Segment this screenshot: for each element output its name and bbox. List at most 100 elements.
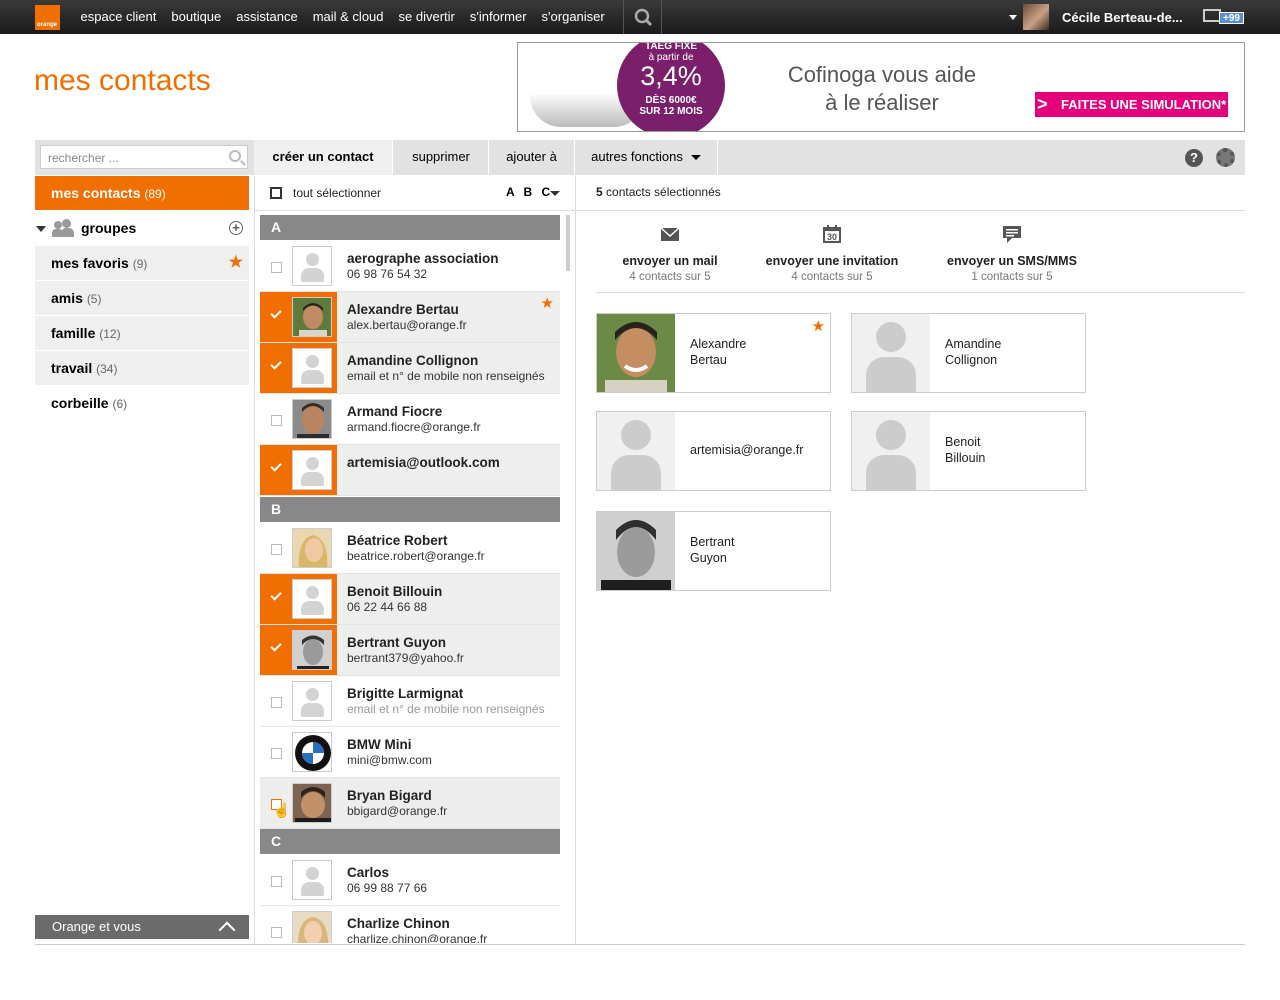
contact-name: Amandine Collignon [347,353,479,368]
contact-name: BMW Mini [347,737,412,752]
list-item[interactable]: Benoit Billouin 06 22 44 66 88 [260,574,560,625]
ad-rate: 3,4% [640,61,702,91]
sidebar-item-amis[interactable]: amis (5) [35,281,249,315]
help-icon[interactable]: ? [1185,149,1203,167]
contact-card[interactable]: Bertrant Guyon [596,511,831,591]
avatar [292,860,332,900]
avatar [292,630,332,670]
sort-label[interactable]: A B C [506,185,553,199]
list-item[interactable]: BMW Mini mini@bmw.com [260,727,560,778]
check-icon [270,640,282,652]
nav-boutique[interactable]: boutique [164,0,229,34]
contact-detail: alex.bertau@orange.fr [347,318,467,332]
row-checkbox[interactable] [271,262,282,273]
nav-se-divertir[interactable]: se divertir [391,0,462,34]
contact-detail: 06 98 76 54 32 [347,267,428,281]
contact-name: Benoit Billouin [347,584,443,599]
list-item[interactable]: Alexandre Bertau alex.bertau@orange.fr ★ [260,292,560,343]
list-scrollbar[interactable] [566,215,570,271]
nav-mail-cloud[interactable]: mail & cloud [305,0,391,34]
user-avatar [1023,4,1049,30]
select-all-checkbox[interactable] [270,187,282,199]
select-all-label[interactable]: tout sélectionner [293,186,381,200]
row-checkbox[interactable] [271,697,282,708]
star-icon: ★ [228,254,243,271]
list-item[interactable]: Brigitte Larmignat email et n° de mobile… [260,676,560,727]
sidebar-groups-header[interactable]: groupes + [35,211,249,245]
ad-simulation-button[interactable]: > FAITES UNE SIMULATION* [1035,92,1228,117]
row-checkbox[interactable] [271,927,282,938]
search-icon[interactable] [229,150,241,162]
ad-banner[interactable]: TAEG FIXE à partir de 3,4% DÈS 6000€ SUR… [517,42,1245,132]
sidebar-item-my-contacts[interactable]: mes contacts (89) [35,176,249,210]
list-item[interactable]: Amandine Collignon email et n° de mobile… [260,343,560,394]
contact-card[interactable]: Amandine Collignon [851,313,1086,393]
gear-icon[interactable] [1216,148,1235,167]
nav-s-informer[interactable]: s'informer [462,0,534,34]
action-label: envoyer un SMS/MMS [947,254,1077,268]
ad-sur: SUR 12 MOIS [639,106,703,117]
letter-header: A [260,215,560,240]
add-group-icon[interactable]: + [229,221,243,235]
avatar [852,314,930,392]
list-item[interactable]: aerographe association 06 98 76 54 32 [260,241,560,292]
mail-count-badge[interactable]: +99 [1219,12,1244,24]
star-icon: ★ [811,318,825,335]
delete-button[interactable]: supprimer [394,140,489,175]
avatar [292,450,332,490]
row-checkbox[interactable] [271,876,282,887]
ad-des: DÈS 6000€ [645,95,697,106]
contact-card[interactable]: Benoit Billouin [851,411,1086,491]
envelope-icon [660,224,680,244]
list-item[interactable]: Carlos 06 99 88 77 66 [260,855,560,906]
avatar [292,399,332,439]
contact-detail: 06 22 44 66 88 [347,600,428,614]
list-item[interactable]: Bertrant Guyon bertrant379@yahoo.fr [260,625,560,676]
chevron-down-icon [36,226,46,232]
action-sub: 1 contacts sur 5 [971,271,1053,283]
list-item[interactable]: Béatrice Robert beatrice.robert@orange.f… [260,523,560,574]
sidebar-item-famille[interactable]: famille (12) [35,316,249,350]
sidebar-item-favorites[interactable]: mes favoris (9) ★ [35,246,249,280]
list-item[interactable]: ☝ Bryan Bigard bbigard@orange.fr [260,778,560,829]
action-sub: 4 contacts sur 5 [791,271,873,283]
nav-s-organiser[interactable]: s'organiser [534,0,612,34]
nav-search-button[interactable] [623,0,662,34]
sidebar-item-travail[interactable]: travail (34) [35,351,249,385]
contact-name: Alexandre Bertau [347,302,459,317]
create-contact-button[interactable]: créer un contact [254,140,393,175]
contact-detail: email et n° de mobile non renseignés [347,369,545,383]
list-item[interactable]: artemisia@outlook.com [260,445,560,496]
nav-assistance[interactable]: assistance [229,0,305,34]
contact-name: Bryan Bigard [347,788,432,803]
row-checkbox[interactable] [271,748,282,759]
row-checkbox[interactable] [271,544,282,555]
sidebar-item-trash[interactable]: corbeille (6) [35,386,249,420]
card-name: artemisia@orange.fr [690,443,804,457]
contact-detail: charlize.chinon@orange.fr [347,932,488,943]
send-invitation-action[interactable]: 30 envoyer une invitation 4 contacts sur… [752,224,912,283]
nav-espace-client[interactable]: espace client [73,0,164,34]
list-item[interactable]: Armand Fiocre armand.fiocre@orange.fr [260,394,560,445]
card-name: Alexandre Bertau [690,337,747,367]
send-mail-action[interactable]: envoyer un mail 4 contacts sur 5 [590,224,750,283]
orange-logo[interactable]: orange [35,5,60,30]
search-input[interactable]: rechercher ... [40,145,248,169]
check-icon [270,358,282,370]
send-sms-action[interactable]: envoyer un SMS/MMS 1 contacts sur 5 [932,224,1092,283]
orange-et-vous-panel[interactable]: Orange et vous [35,915,249,939]
add-to-button[interactable]: ajouter à [489,140,575,175]
contact-detail: armand.fiocre@orange.fr [347,420,481,434]
card-name: Benoit Billouin [945,435,986,465]
contact-card[interactable]: artemisia@orange.fr [596,411,831,491]
chevron-down-icon[interactable] [550,191,560,196]
more-functions-dropdown[interactable]: autres fonctions [575,140,718,175]
list-header: tout sélectionner A B C [260,176,560,210]
contact-detail: bbigard@orange.fr [347,804,448,818]
divider [254,176,255,944]
contact-card[interactable]: Alexandre Bertau ★ [596,313,831,393]
row-checkbox[interactable] [271,415,282,426]
message-icon [1002,224,1022,244]
contact-detail: email et n° de mobile non renseignés [347,702,545,716]
list-item[interactable]: Charlize Chinon charlize.chinon@orange.f… [260,906,560,943]
